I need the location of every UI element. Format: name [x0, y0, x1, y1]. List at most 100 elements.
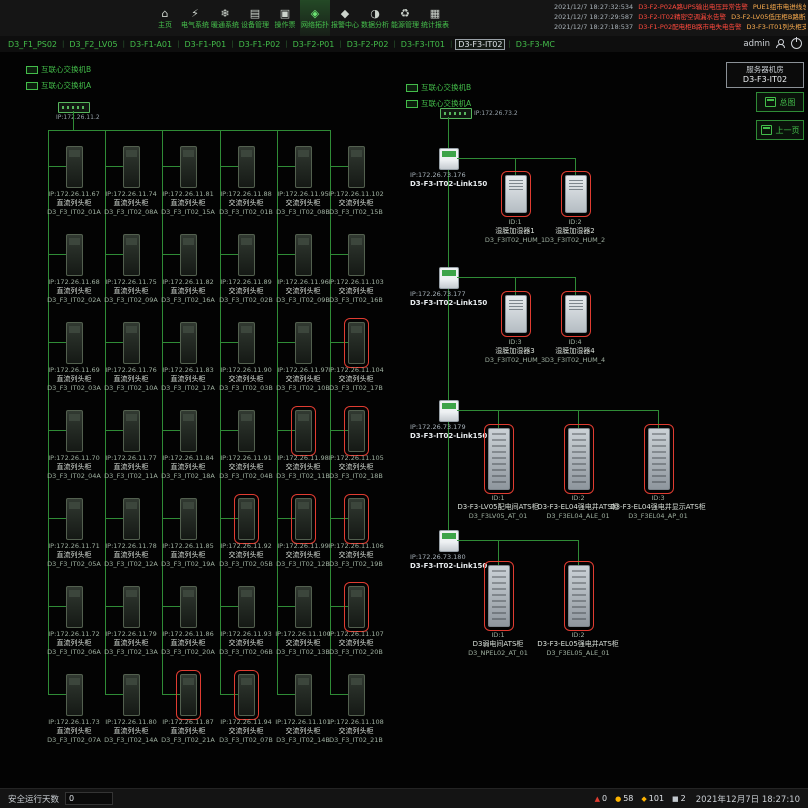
- rack-node[interactable]: [348, 586, 365, 628]
- right-switch-b-label: 互联心交换机B: [406, 82, 471, 93]
- connection-line: [457, 540, 578, 541]
- rack-node[interactable]: [66, 498, 83, 540]
- connection-line: [48, 254, 66, 255]
- connection-line: [330, 518, 348, 519]
- rack-node[interactable]: [295, 586, 312, 628]
- rack-node[interactable]: [66, 234, 83, 276]
- device-node-ats[interactable]: [568, 565, 590, 627]
- gateway-node[interactable]: [439, 530, 459, 552]
- rack-node[interactable]: [180, 674, 197, 716]
- left-switch-icon[interactable]: [58, 102, 90, 113]
- nav-item-ticket[interactable]: ▣操作票: [270, 0, 300, 36]
- right-switch-icon[interactable]: [440, 108, 472, 119]
- tab-separator: |: [62, 40, 64, 48]
- status-bar: 安全运行天数 0 ▲0●58◆101■2 2021年12月7日 18:27:10: [0, 788, 808, 808]
- rack-node[interactable]: [238, 234, 255, 276]
- alarm-count-icon: ●: [615, 795, 621, 803]
- tab-D3-F3-MC[interactable]: D3-F3-MC: [514, 40, 557, 49]
- nav-item-home[interactable]: ⌂主页: [150, 0, 180, 36]
- switch-mini-icon: [26, 82, 38, 90]
- connection-line: [220, 694, 238, 695]
- rack-node[interactable]: [123, 674, 140, 716]
- rack-node[interactable]: [123, 498, 140, 540]
- rack-node[interactable]: [238, 410, 255, 452]
- rack-node[interactable]: [238, 674, 255, 716]
- device-node-ats[interactable]: [568, 428, 590, 490]
- device-node-hum[interactable]: [505, 295, 527, 333]
- nav-item-device[interactable]: ▤设备管理: [240, 0, 270, 36]
- tab-D3-F3-IT01[interactable]: D3-F3-IT01: [399, 40, 447, 49]
- rack-node[interactable]: [348, 322, 365, 364]
- left-switch-a-label: 互联心交换机A: [26, 80, 91, 91]
- nav-item-analysis[interactable]: ◑数据分析: [360, 0, 390, 36]
- rack-node[interactable]: [66, 322, 83, 364]
- rack-node[interactable]: [238, 498, 255, 540]
- device-node-hum[interactable]: [505, 175, 527, 213]
- rack-node[interactable]: [238, 322, 255, 364]
- rack-node[interactable]: [180, 498, 197, 540]
- nav-item-topology[interactable]: ◈网络拓扑: [300, 0, 330, 36]
- alarm-count-1: ●58: [615, 794, 633, 803]
- tab-D3-F3-IT02[interactable]: D3-F3-IT02: [455, 39, 505, 50]
- rack-node[interactable]: [123, 234, 140, 276]
- tab-D3-F2-P01[interactable]: D3-F2-P01: [291, 40, 337, 49]
- nav-item-alarm[interactable]: ◆报警中心: [330, 0, 360, 36]
- rack-node[interactable]: [180, 322, 197, 364]
- safe-days-area: 安全运行天数 0: [8, 792, 113, 805]
- tab-D3-F1-A01[interactable]: D3-F1-A01: [128, 40, 174, 49]
- rack-node[interactable]: [66, 146, 83, 188]
- rack-node[interactable]: [180, 410, 197, 452]
- rack-node[interactable]: [180, 146, 197, 188]
- device-node-hum[interactable]: [565, 295, 587, 333]
- rack-code: D3_F3_IT02_16B: [322, 296, 390, 305]
- alarm-ticker[interactable]: 2021/12/7 18:27:32:534D3-F2-P02A路UPS输出电压…: [554, 2, 806, 32]
- rack-node[interactable]: [348, 146, 365, 188]
- rack-node[interactable]: [66, 586, 83, 628]
- rack-node[interactable]: [123, 586, 140, 628]
- rack-node[interactable]: [66, 674, 83, 716]
- tab-D3-F1-P02[interactable]: D3-F1-P02: [237, 40, 283, 49]
- nav-item-report[interactable]: ▦统计报表: [420, 0, 450, 36]
- rack-node[interactable]: [295, 322, 312, 364]
- rack-node[interactable]: [295, 410, 312, 452]
- rack-node[interactable]: [348, 234, 365, 276]
- nav-item-hvac[interactable]: ❄暖通系统: [210, 0, 240, 36]
- switch-label-text: 互联心交换机A: [41, 80, 91, 91]
- rack-node[interactable]: [348, 498, 365, 540]
- rack-node[interactable]: [123, 322, 140, 364]
- rack-node[interactable]: [66, 410, 83, 452]
- nav-item-electrical[interactable]: ⚡电气系统: [180, 0, 210, 36]
- rack-node[interactable]: [180, 234, 197, 276]
- rack-node[interactable]: [295, 234, 312, 276]
- rack-node[interactable]: [348, 674, 365, 716]
- rack-node[interactable]: [238, 586, 255, 628]
- gateway-node[interactable]: [439, 148, 459, 170]
- tab-D3-F1-P01[interactable]: D3-F1-P01: [182, 40, 228, 49]
- tab-D3_F2_LV05[interactable]: D3_F2_LV05: [67, 40, 119, 49]
- rack-node[interactable]: [238, 146, 255, 188]
- nav-item-energy[interactable]: ♻能源管理: [390, 0, 420, 36]
- alarm-count-icon: ■: [672, 795, 679, 803]
- gateway-label: IP:172.26.73.179D3-F3-IT02-Link150: [410, 423, 500, 441]
- tab-D3-F2-P02[interactable]: D3-F2-P02: [345, 40, 391, 49]
- rack-node[interactable]: [180, 586, 197, 628]
- rack-node[interactable]: [295, 498, 312, 540]
- rack-ip: IP:172.26.11.105: [322, 454, 390, 463]
- gateway-node[interactable]: [439, 400, 459, 422]
- device-node-ats[interactable]: [648, 428, 670, 490]
- device-node-ats[interactable]: [488, 565, 510, 627]
- rack-node[interactable]: [295, 674, 312, 716]
- user-icon[interactable]: [776, 39, 785, 48]
- tab-D3_F1_PS02[interactable]: D3_F1_PS02: [6, 40, 59, 49]
- back-button[interactable]: 上一页: [756, 120, 804, 140]
- alarm-count-3: ■2: [672, 794, 686, 803]
- rack-node[interactable]: [123, 146, 140, 188]
- rack-node[interactable]: [348, 410, 365, 452]
- rack-node[interactable]: [123, 410, 140, 452]
- rack-node[interactable]: [295, 146, 312, 188]
- overview-button[interactable]: 总图: [756, 92, 804, 112]
- power-icon[interactable]: [791, 38, 802, 49]
- device-node-hum[interactable]: [565, 175, 587, 213]
- gateway-node[interactable]: [439, 267, 459, 289]
- device-node-ats[interactable]: [488, 428, 510, 490]
